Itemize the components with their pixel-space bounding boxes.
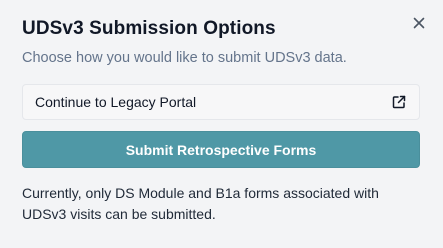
legacy-portal-label: Continue to Legacy Portal xyxy=(35,94,197,110)
submission-note: Currently, only DS Module and B1a forms … xyxy=(22,183,422,225)
submit-retrospective-forms-button[interactable]: Submit Retrospective Forms xyxy=(22,131,420,168)
close-button[interactable] xyxy=(408,12,430,34)
submission-options-dialog: UDSv3 Submission Options Choose how you … xyxy=(0,0,443,248)
external-link-icon xyxy=(391,94,407,110)
note-line-2: UDSv3 visits can be submitted. xyxy=(22,206,216,222)
note-line-1: Currently, only DS Module and B1a forms … xyxy=(22,185,379,201)
continue-legacy-portal-button[interactable]: Continue to Legacy Portal xyxy=(22,84,420,120)
submit-retrospective-label: Submit Retrospective Forms xyxy=(125,141,317,158)
dialog-title: UDSv3 Submission Options xyxy=(22,18,276,39)
close-icon xyxy=(413,17,425,29)
dialog-subtitle: Choose how you would like to submit UDSv… xyxy=(22,50,347,66)
